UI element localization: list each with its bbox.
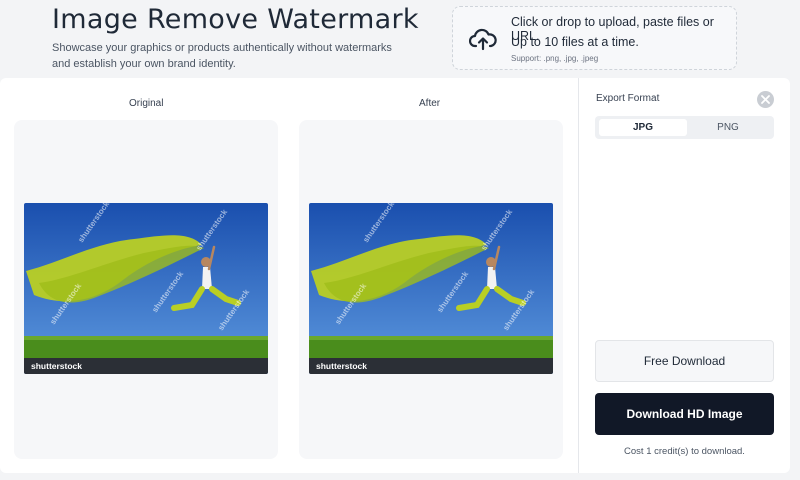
cost-note: Cost 1 credit(s) to download. xyxy=(624,446,745,457)
upload-cloud-icon xyxy=(469,28,497,51)
page-title: Image Remove Watermark xyxy=(52,4,419,35)
export-format-label: Export Format xyxy=(596,93,660,104)
upload-limit: Up to 10 files at a time. xyxy=(511,35,639,49)
after-preview-card: shutterstock shutterstock shutterstock s… xyxy=(299,120,563,459)
original-preview-card: shutterstock shutterstock shutterstock s… xyxy=(14,120,278,459)
close-icon xyxy=(761,95,770,104)
panel-divider xyxy=(578,78,579,473)
after-photo-graphic: shutterstock shutterstock shutterstock s… xyxy=(309,203,553,374)
download-hd-button[interactable]: Download HD Image xyxy=(595,393,774,435)
watermark-banner-text: shutterstock xyxy=(316,361,367,371)
watermark-banner-text: shutterstock xyxy=(31,361,82,371)
original-photo-graphic: shutterstock shutterstock shutterstock s… xyxy=(24,203,268,374)
original-image: shutterstock shutterstock shutterstock s… xyxy=(24,203,268,374)
after-label: After xyxy=(419,98,441,109)
editor-panel: Original After shutterstock shutterstock… xyxy=(0,78,790,473)
original-label: Original xyxy=(129,98,164,109)
format-option-png[interactable]: PNG xyxy=(684,119,772,136)
after-image: shutterstock shutterstock shutterstock s… xyxy=(309,203,553,374)
format-toggle: JPG PNG xyxy=(595,116,774,139)
page-subtitle: Showcase your graphics or products authe… xyxy=(52,42,392,70)
close-button[interactable] xyxy=(757,91,774,108)
upload-support-formats: Support: .png, .jpg, .jpeg xyxy=(511,54,599,63)
format-option-jpg[interactable]: JPG xyxy=(599,119,687,136)
upload-dropzone[interactable]: Click or drop to upload, paste files or … xyxy=(452,6,737,70)
free-download-button[interactable]: Free Download xyxy=(595,340,774,382)
